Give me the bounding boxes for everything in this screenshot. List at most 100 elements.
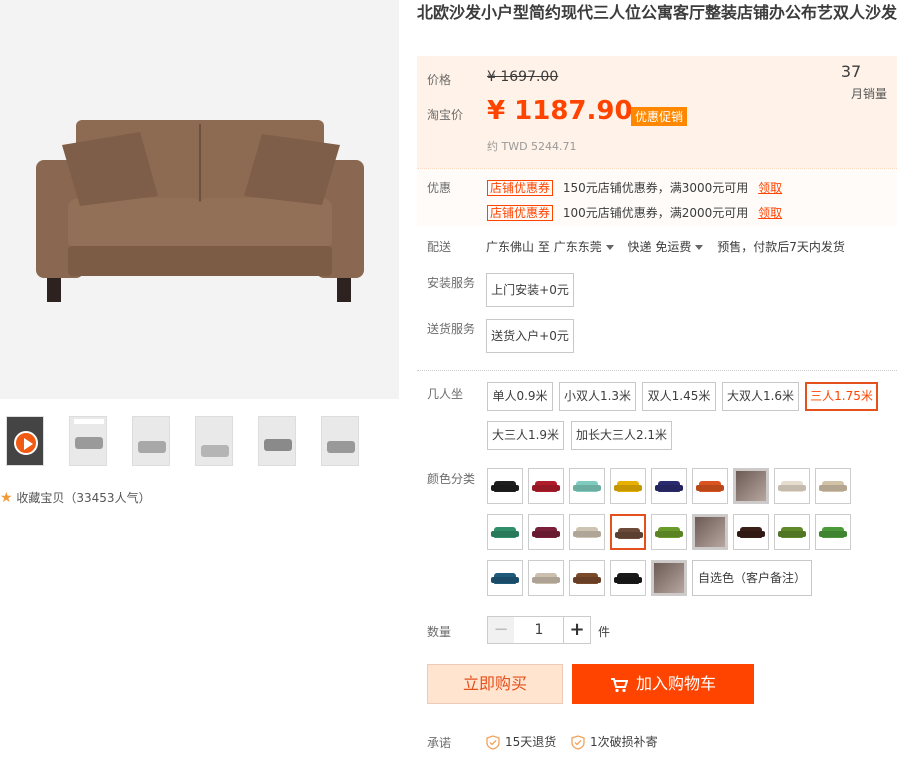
seat-option[interactable]: 加长大三人2.1米	[571, 421, 672, 450]
sofa-icon	[740, 527, 762, 538]
color-swatch[interactable]	[487, 514, 523, 550]
play-icon[interactable]	[14, 431, 38, 455]
sofa-icon	[699, 481, 721, 492]
sofa-icon	[658, 527, 680, 538]
swatch-photo	[736, 471, 766, 501]
divider	[417, 370, 897, 371]
thumbnail-5[interactable]	[258, 416, 296, 466]
color-swatch[interactable]	[610, 514, 646, 550]
seat-option[interactable]: 大三人1.9米	[487, 421, 564, 450]
ship-from: 广东佛山	[486, 240, 535, 254]
quantity-decrease-button[interactable]: −	[487, 616, 515, 644]
color-swatch[interactable]	[651, 468, 687, 504]
sofa-icon	[781, 481, 803, 492]
color-label: 颜色分类	[427, 472, 476, 486]
sofa-icon	[535, 481, 557, 492]
color-swatch[interactable]	[774, 468, 810, 504]
swatch-photo	[695, 517, 725, 547]
promo-tag: 优惠促销	[631, 107, 688, 126]
ship-service-option[interactable]: 送货入户+0元	[486, 319, 574, 353]
promise-damage: 1次破损补寄	[571, 733, 658, 750]
thumbnail-video[interactable]	[6, 416, 44, 466]
ship-to-select[interactable]: 广东东莞	[554, 240, 602, 254]
color-swatch[interactable]	[528, 468, 564, 504]
install-option[interactable]: 上门安装+0元	[486, 273, 574, 307]
price-label: 价格	[427, 73, 452, 87]
shield-check-icon	[571, 735, 585, 750]
color-swatch[interactable]	[610, 468, 646, 504]
chevron-down-icon[interactable]	[605, 244, 614, 250]
promo-price-label: 淘宝价	[427, 108, 464, 122]
quantity-increase-button[interactable]: +	[563, 616, 591, 644]
color-swatch[interactable]	[733, 468, 769, 504]
color-swatch[interactable]	[569, 514, 605, 550]
ship-service-label: 送货服务	[427, 322, 476, 336]
shield-check-icon	[486, 735, 500, 750]
seats-label: 几人坐	[427, 387, 464, 401]
thumbnail-3[interactable]	[132, 416, 170, 466]
buy-now-button[interactable]: 立即购买	[427, 664, 563, 704]
seat-option[interactable]: 双人1.45米	[642, 382, 716, 411]
color-swatch[interactable]	[528, 514, 564, 550]
thumbnail-2[interactable]	[69, 416, 107, 466]
favorite-link[interactable]: ★ 收藏宝贝（33453人气）	[0, 489, 151, 506]
star-icon: ★	[0, 490, 13, 506]
thumbnail-4[interactable]	[195, 416, 233, 466]
quantity-input[interactable]: 1	[514, 616, 564, 644]
color-swatch[interactable]	[692, 514, 728, 550]
color-swatch[interactable]	[569, 560, 605, 596]
sofa-icon	[576, 573, 598, 584]
sofa-icon	[494, 481, 516, 492]
seat-option-selected[interactable]: 三人1.75米	[805, 382, 878, 411]
twd-price: 约 TWD 5244.71	[487, 140, 577, 153]
sofa-icon	[535, 527, 557, 538]
original-price: ¥ 1697.00	[487, 69, 559, 85]
custom-color-option[interactable]: 自选色（客户备注）	[692, 560, 812, 596]
sofa-icon	[781, 527, 803, 538]
sofa-icon	[494, 573, 516, 584]
color-swatch[interactable]	[774, 514, 810, 550]
add-to-cart-button[interactable]: 加入购物车	[572, 664, 754, 704]
claim-coupon-link[interactable]: 领取	[758, 206, 782, 220]
color-swatch[interactable]	[610, 560, 646, 596]
coupon-text: 150元店铺优惠券，满3000元可用	[562, 181, 749, 195]
seat-option[interactable]: 单人0.9米	[487, 382, 553, 411]
sofa-image	[0, 0, 399, 399]
thumbnail-6[interactable]	[321, 416, 359, 466]
shipping-method-select[interactable]: 快递 免运费	[628, 240, 692, 254]
coupon-item: 店铺优惠券 150元店铺优惠券，满3000元可用 领取	[487, 179, 782, 196]
sofa-icon	[658, 481, 680, 492]
current-price: ¥ 1187.90	[487, 96, 633, 126]
claim-coupon-link[interactable]: 领取	[758, 181, 782, 195]
main-product-image[interactable]	[0, 0, 399, 399]
cart-icon	[610, 677, 628, 692]
color-swatch[interactable]	[651, 514, 687, 550]
quantity-label: 数量	[427, 625, 452, 639]
color-swatch[interactable]	[815, 514, 851, 550]
delivery-label: 配送	[427, 240, 452, 254]
promise-text: 1次破损补寄	[590, 735, 658, 749]
color-swatch[interactable]	[692, 468, 728, 504]
monthly-sales-count: 37	[840, 62, 862, 81]
delivery-note: 预售，付款后7天内发货	[717, 240, 845, 254]
color-swatch[interactable]	[569, 468, 605, 504]
sofa-icon	[576, 481, 598, 492]
sofa-icon	[535, 573, 557, 584]
coupon-label: 优惠	[427, 181, 452, 195]
seat-option[interactable]: 大双人1.6米	[722, 382, 799, 411]
color-swatch[interactable]	[528, 560, 564, 596]
coupon-badge: 店铺优惠券	[487, 180, 554, 196]
color-swatch[interactable]	[487, 468, 523, 504]
price-panel: 价格 ¥ 1697.00 淘宝价 ¥ 1187.90 优惠促销 约 TWD 52…	[417, 56, 897, 168]
product-title: 北欧沙发小户型简约现代三人位公寓客厅整装店铺办公布艺双人沙发	[417, 3, 898, 22]
coupon-text: 100元店铺优惠券，满2000元可用	[562, 206, 749, 220]
thumbnail-strip	[6, 416, 366, 466]
color-swatch[interactable]	[651, 560, 687, 596]
chevron-down-icon[interactable]	[695, 244, 704, 250]
swatch-photo	[654, 563, 684, 593]
color-swatch[interactable]	[733, 514, 769, 550]
sofa-icon	[618, 528, 640, 539]
color-swatch[interactable]	[815, 468, 851, 504]
seat-option[interactable]: 小双人1.3米	[559, 382, 636, 411]
color-swatch[interactable]	[487, 560, 523, 596]
